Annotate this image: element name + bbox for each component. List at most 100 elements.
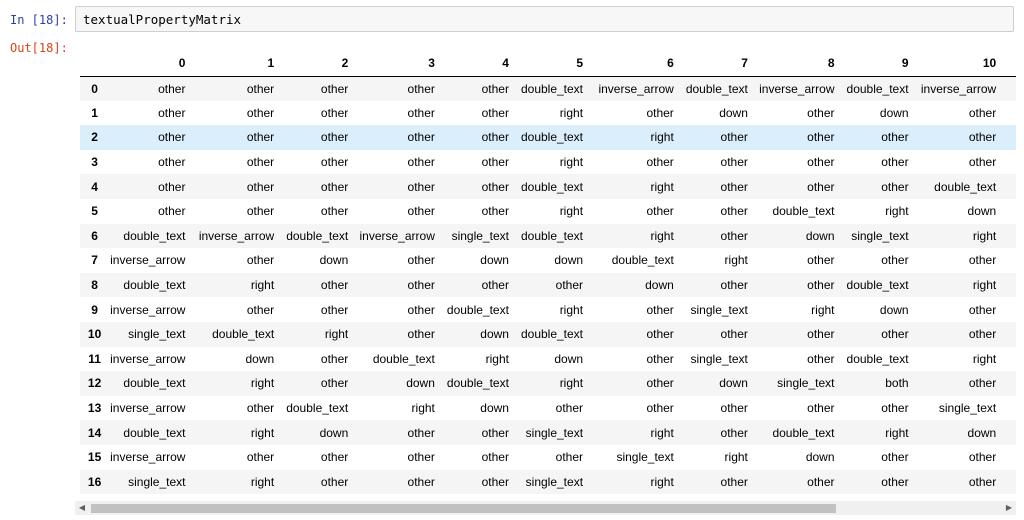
table-cell: other	[881, 130, 909, 145]
table-cell: other	[720, 155, 748, 170]
table-cell: right	[650, 228, 674, 243]
table-cell: down	[879, 105, 909, 120]
table-cell: other	[807, 130, 835, 145]
table-cell: both	[998, 174, 1016, 199]
table-row: 8 double_text right other other other other dow…	[80, 272, 1016, 298]
table-cell: other	[320, 204, 349, 219]
table-cell: other	[807, 105, 835, 120]
table-cell: down	[480, 253, 509, 268]
table-cell: other	[246, 204, 275, 219]
index-header-corner	[80, 51, 110, 77]
scrollbar-thumb[interactable]	[91, 504, 836, 513]
table-cell: single_text	[690, 351, 748, 366]
dataframe-output: 01234567891011 0otherotherotherotherothe…	[80, 51, 1016, 497]
table-cell: right	[972, 228, 997, 243]
table-cell: right	[250, 474, 275, 489]
column-header: 4	[436, 51, 511, 77]
table-cell: other	[881, 155, 909, 170]
table-cell: single_text	[128, 474, 186, 489]
table-cell: other	[968, 105, 997, 120]
table-cell: other	[807, 179, 835, 194]
table-cell: down	[998, 322, 1016, 347]
table-cell: other	[158, 204, 186, 219]
table-cell: inverse_arrow	[110, 401, 186, 416]
table-cell: double_text	[520, 179, 584, 194]
table-cell: other	[555, 278, 584, 293]
table-cell: other	[968, 253, 997, 268]
table-cell: other	[881, 179, 909, 194]
table-cell: right	[885, 204, 909, 219]
table-cell: right	[650, 474, 674, 489]
table-cell: other	[407, 253, 435, 268]
row-index: 15	[87, 450, 102, 465]
table-cell: other	[720, 401, 748, 416]
table-cell: double_text	[123, 228, 186, 243]
table-cell: other	[246, 302, 275, 317]
table-cell: other	[320, 105, 349, 120]
scroll-right-arrow-icon[interactable]: ▶	[1002, 501, 1016, 515]
table-cell: single_text	[525, 425, 584, 440]
table-cell: other	[158, 81, 186, 96]
table-cell: other	[881, 253, 909, 268]
table-cell: double_text	[286, 228, 349, 243]
table-cell: other	[998, 347, 1016, 372]
table-cell: other	[407, 130, 435, 145]
table-cell: other	[246, 130, 275, 145]
table-cell: inverse_arrow	[110, 450, 186, 465]
table-cell: other	[555, 450, 584, 465]
table-cell: down	[967, 425, 997, 440]
table-cell: right	[250, 425, 275, 440]
table-cell: inverse_arrow	[110, 253, 186, 268]
table-cell: other	[481, 179, 509, 194]
table-cell: right	[972, 278, 997, 293]
table-cell: other	[481, 105, 509, 120]
table-cell: other	[246, 253, 275, 268]
table-cell: other	[158, 105, 186, 120]
table-cell: other	[407, 450, 435, 465]
table-cell: other	[646, 302, 674, 317]
table-cell: right	[250, 278, 275, 293]
table-cell: other	[968, 450, 997, 465]
column-header: 0	[109, 51, 188, 77]
table-cell: down	[245, 351, 275, 366]
table-row: 15 inverse_arrow other other other other other…	[80, 444, 1016, 470]
table-cell: both	[885, 376, 909, 391]
table-row: 2 other other other other other double_text rig…	[80, 125, 1016, 150]
row-index: 3	[91, 155, 98, 170]
table-cell: down	[719, 376, 748, 391]
row-index: 4	[91, 179, 98, 194]
table-cell: other	[320, 351, 349, 366]
table-cell: double_text	[772, 204, 835, 219]
table-row: 10 single_text double_text right other down do…	[80, 321, 1016, 347]
horizontal-scrollbar[interactable]: ◀ ▶	[75, 501, 1016, 515]
table-row: 13 inverse_arrow other double_text right down…	[80, 395, 1016, 421]
table-cell: double_text	[998, 150, 1016, 175]
table-cell: right	[650, 425, 674, 440]
table-cell: down	[805, 450, 835, 465]
code-text: textualPropertyMatrix	[83, 12, 242, 27]
table-cell: other	[646, 401, 674, 416]
table-cell: double_text	[611, 253, 674, 268]
table-cell: inverse_arrow	[598, 81, 674, 96]
code-input-cell[interactable]: textualPropertyMatrix	[75, 6, 1014, 32]
table-cell: other	[881, 327, 909, 342]
table-cell: double_text	[123, 425, 186, 440]
table-row: 1 other other other other other right other down…	[80, 100, 1016, 126]
table-cell: other	[481, 204, 509, 219]
table-cell: double_text	[446, 376, 509, 391]
table-cell: double_text	[520, 228, 584, 243]
table-cell: other	[998, 125, 1016, 150]
table-cell: down	[554, 351, 584, 366]
table-row: 7 inverse_arrow other down other down down doub…	[80, 248, 1016, 273]
table-cell: other	[720, 204, 748, 219]
table-cell: double_text	[286, 401, 349, 416]
column-header: 11	[998, 51, 1016, 77]
table-cell: other	[246, 179, 275, 194]
table-cell: right	[485, 351, 509, 366]
table-cell: down	[805, 228, 835, 243]
table-cell: other	[968, 302, 997, 317]
scroll-left-arrow-icon[interactable]: ◀	[75, 501, 89, 515]
table-cell: right	[811, 302, 835, 317]
column-header: 6	[585, 51, 676, 77]
table-cell: other	[807, 253, 835, 268]
